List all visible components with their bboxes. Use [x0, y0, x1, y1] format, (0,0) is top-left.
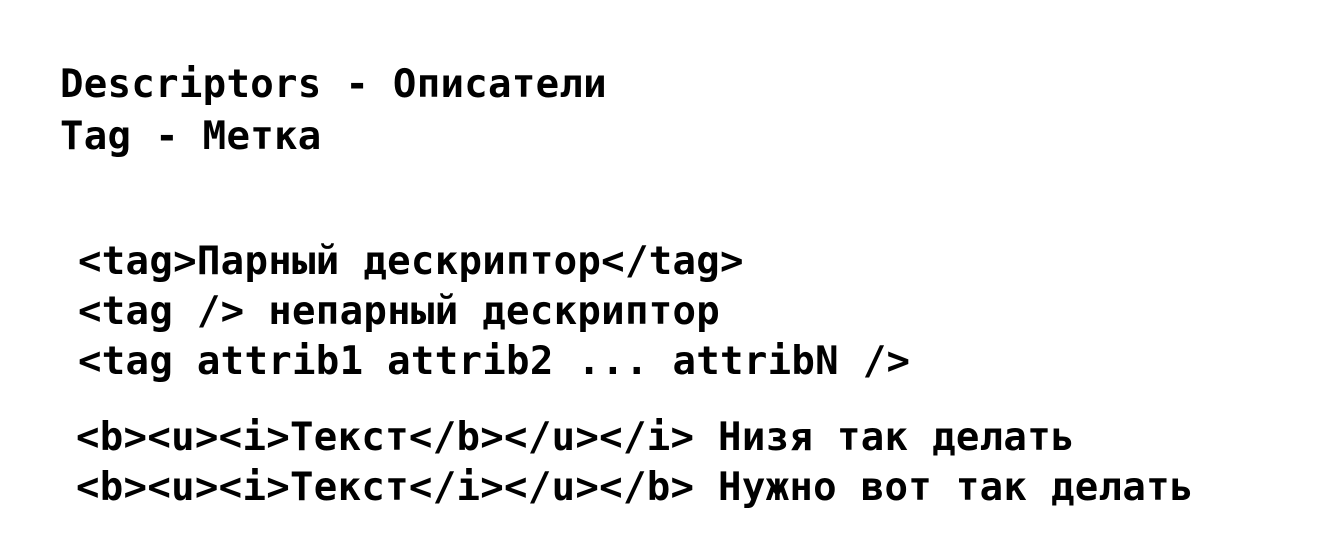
nesting-wrong: <b><u><i>Текст</b></u></i> Низя так дела… [76, 415, 1075, 460]
example-tag-attributes: <tag attrib1 attrib2 ... attribN /> [78, 339, 911, 384]
heading-descriptors: Descriptors - Описатели [60, 62, 607, 107]
nesting-correct: <b><u><i>Текст</i></u></b> Нужно вот так… [76, 465, 1194, 510]
heading-tag: Tag - Метка [60, 114, 322, 159]
example-paired-tag: <tag>Парный дескриптор</tag> [78, 239, 744, 284]
example-unpaired-tag: <tag /> непарный дескриптор [78, 289, 721, 334]
